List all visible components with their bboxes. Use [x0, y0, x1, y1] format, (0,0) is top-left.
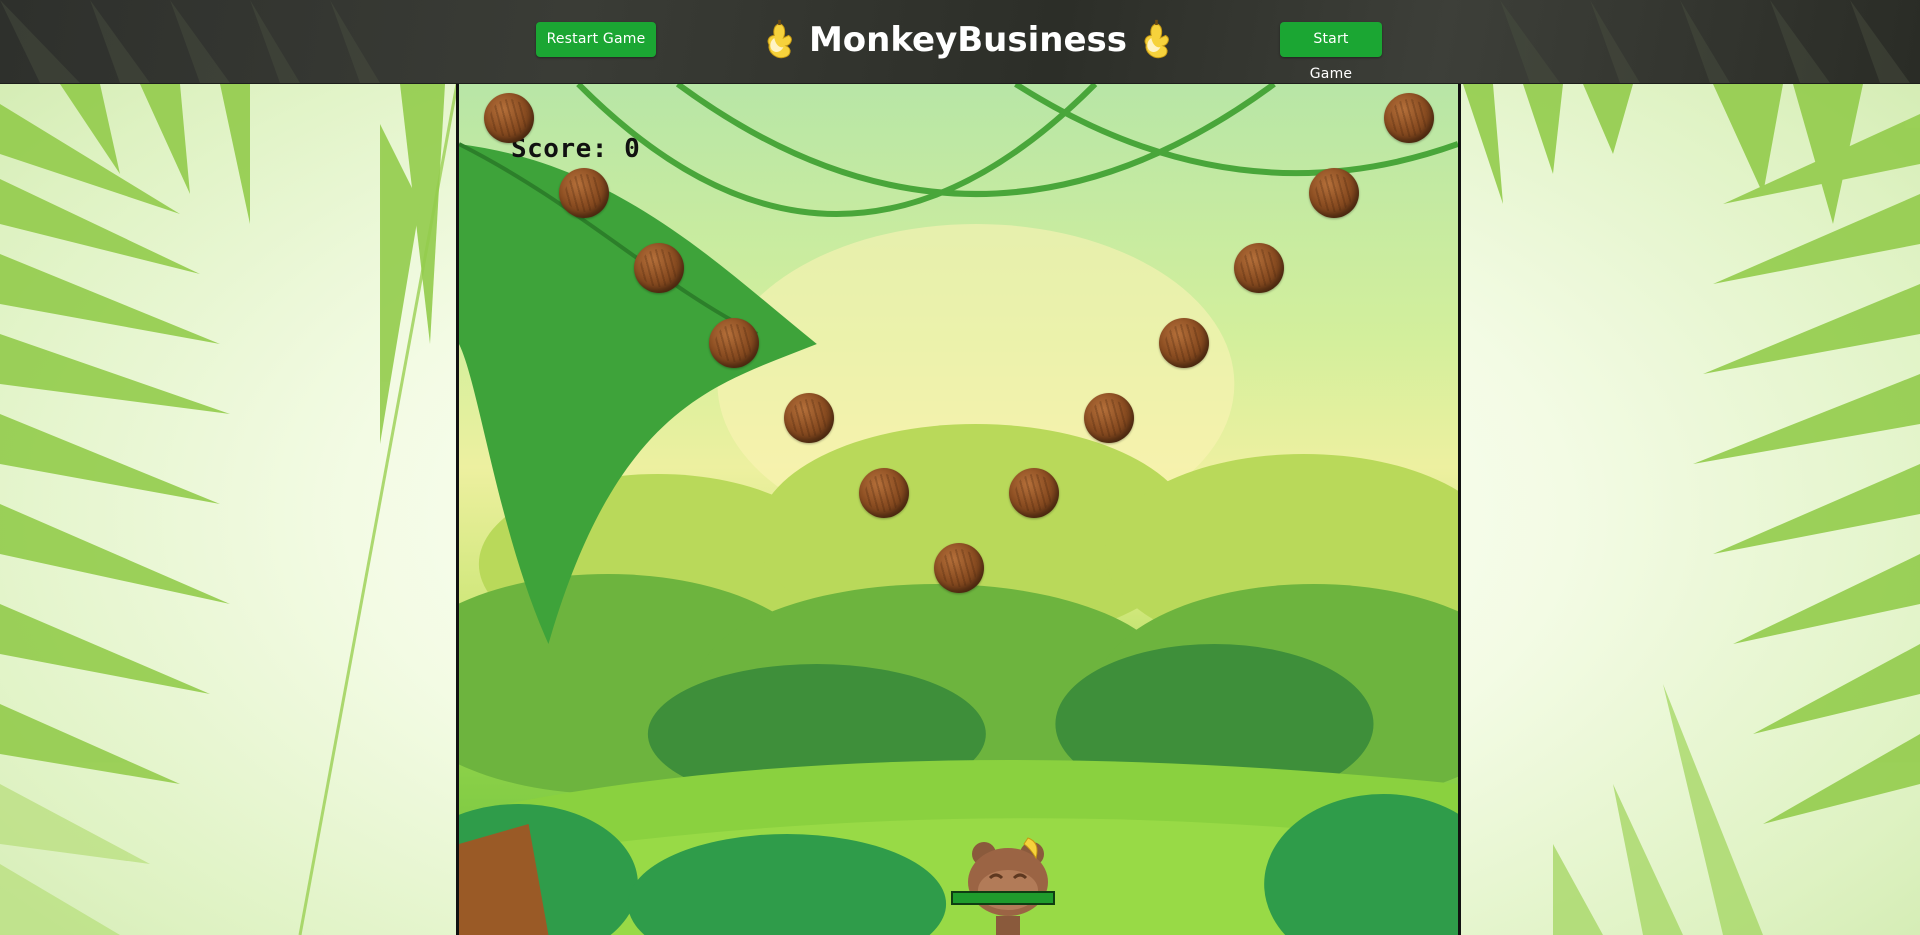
game-header: Restart Game MonkeyBusiness Start Game [0, 0, 1920, 84]
banana-icon [1144, 19, 1169, 59]
right-palm-decoration [1463, 84, 1920, 935]
coconut [859, 468, 909, 518]
coconut [1384, 93, 1434, 143]
jungle-background [459, 84, 1458, 935]
coconut [559, 168, 609, 218]
game-canvas[interactable]: Score: 0 [456, 84, 1461, 935]
monkey-icon[interactable] [956, 832, 1060, 935]
coconut [634, 243, 684, 293]
player-paddle [951, 891, 1055, 905]
coconut [1084, 393, 1134, 443]
coconut [1009, 468, 1059, 518]
start-game-button[interactable]: Start Game [1280, 22, 1382, 82]
banana-icon [767, 19, 792, 59]
left-palm-decoration [0, 84, 457, 935]
coconut [1309, 168, 1359, 218]
coconut [1234, 243, 1284, 293]
coconut [784, 393, 834, 443]
coconut [1159, 318, 1209, 368]
restart-game-button[interactable]: Restart Game [536, 22, 656, 57]
game-title-group: MonkeyBusiness [760, 4, 1176, 76]
game-title: MonkeyBusiness [808, 20, 1128, 60]
coconut [934, 543, 984, 593]
score-display: Score: 0 [511, 134, 641, 164]
coconut [484, 93, 534, 143]
coconut [709, 318, 759, 368]
